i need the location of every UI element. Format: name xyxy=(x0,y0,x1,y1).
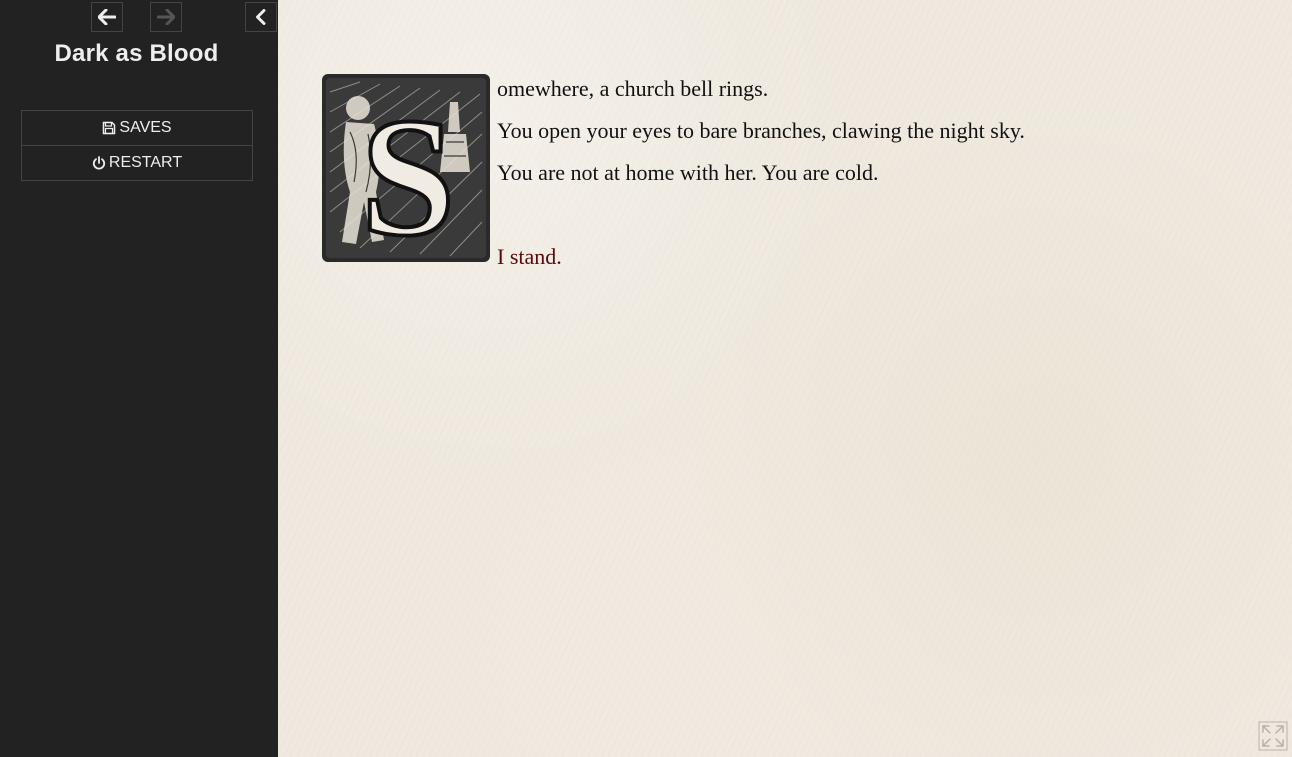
restart-label: RESTART xyxy=(108,154,183,171)
power-icon xyxy=(92,156,105,170)
passage-line: You are not at home with her. You are co… xyxy=(497,160,879,185)
sidebar: Dark as Blood SAVES RESTART xyxy=(0,0,278,757)
fullscreen-icon[interactable] xyxy=(1258,721,1288,751)
history-forward-button[interactable] xyxy=(150,2,182,32)
story-passage: S omewhere, a church bell rings. You ope… xyxy=(278,0,1292,757)
sidebar-menu: SAVES RESTART xyxy=(21,110,253,181)
sidebar-toggle-button[interactable] xyxy=(245,2,277,32)
arrow-right-icon xyxy=(157,9,175,25)
chevron-left-icon xyxy=(256,9,266,25)
floppy-disk-icon xyxy=(103,121,116,135)
saves-label: SAVES xyxy=(119,119,172,136)
arrow-left-icon xyxy=(98,9,116,25)
passage-line: You open your eyes to bare branches, cla… xyxy=(497,118,1025,143)
passage-line: omewhere, a church bell rings. xyxy=(497,76,769,101)
restart-button[interactable]: RESTART xyxy=(22,145,252,180)
saves-button[interactable]: SAVES xyxy=(22,111,252,145)
history-back-button[interactable] xyxy=(91,2,123,32)
choice-link-i-stand[interactable]: I stand. xyxy=(497,244,562,270)
dropcap-letter: S xyxy=(361,83,456,264)
story-title: Dark as Blood xyxy=(54,40,219,67)
illuminated-dropcap-icon: S xyxy=(322,74,490,264)
